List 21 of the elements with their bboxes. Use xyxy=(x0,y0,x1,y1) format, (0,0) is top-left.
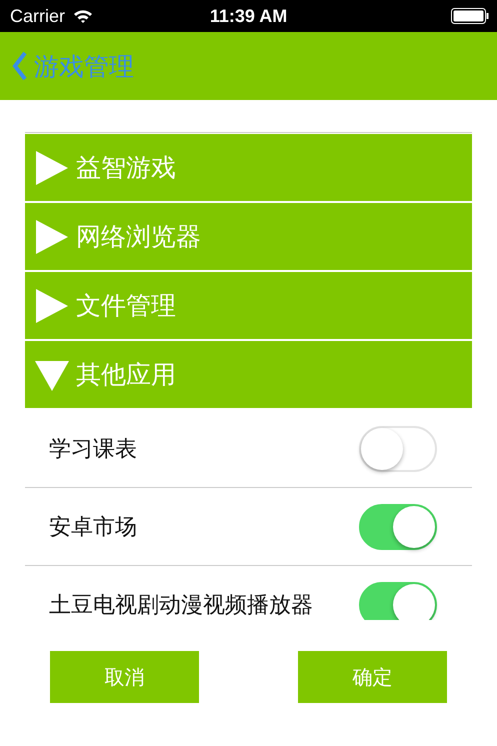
group-header[interactable]: 其他应用 xyxy=(25,341,472,408)
triangle-right-icon xyxy=(34,150,70,186)
chevron-left-icon xyxy=(12,51,28,81)
battery-icon xyxy=(451,8,489,24)
carrier-name: Carrier xyxy=(10,6,66,26)
app-name: 学习课表 xyxy=(49,436,137,464)
group-header[interactable]: 网络浏览器 xyxy=(25,203,472,270)
group-header[interactable]: 文件管理 xyxy=(25,272,472,339)
group-header[interactable]: 益智游戏 xyxy=(25,134,472,201)
toggle-switch[interactable] xyxy=(359,504,437,550)
status-time: 11:39 AM xyxy=(210,6,288,26)
wifi-icon xyxy=(73,8,94,24)
triangle-right-icon xyxy=(34,288,70,324)
toggle-switch[interactable] xyxy=(359,426,437,472)
toggle-switch[interactable] xyxy=(359,582,437,620)
app-name: 土豆电视剧动漫视频播放器 xyxy=(49,592,313,620)
action-button[interactable]: 确定 xyxy=(298,651,447,703)
triangle-right-icon xyxy=(34,218,70,254)
back-button[interactable]: 游戏管理 xyxy=(12,50,134,82)
action-button[interactable]: 取消 xyxy=(50,651,199,703)
app-name: 安卓市场 xyxy=(49,514,137,542)
